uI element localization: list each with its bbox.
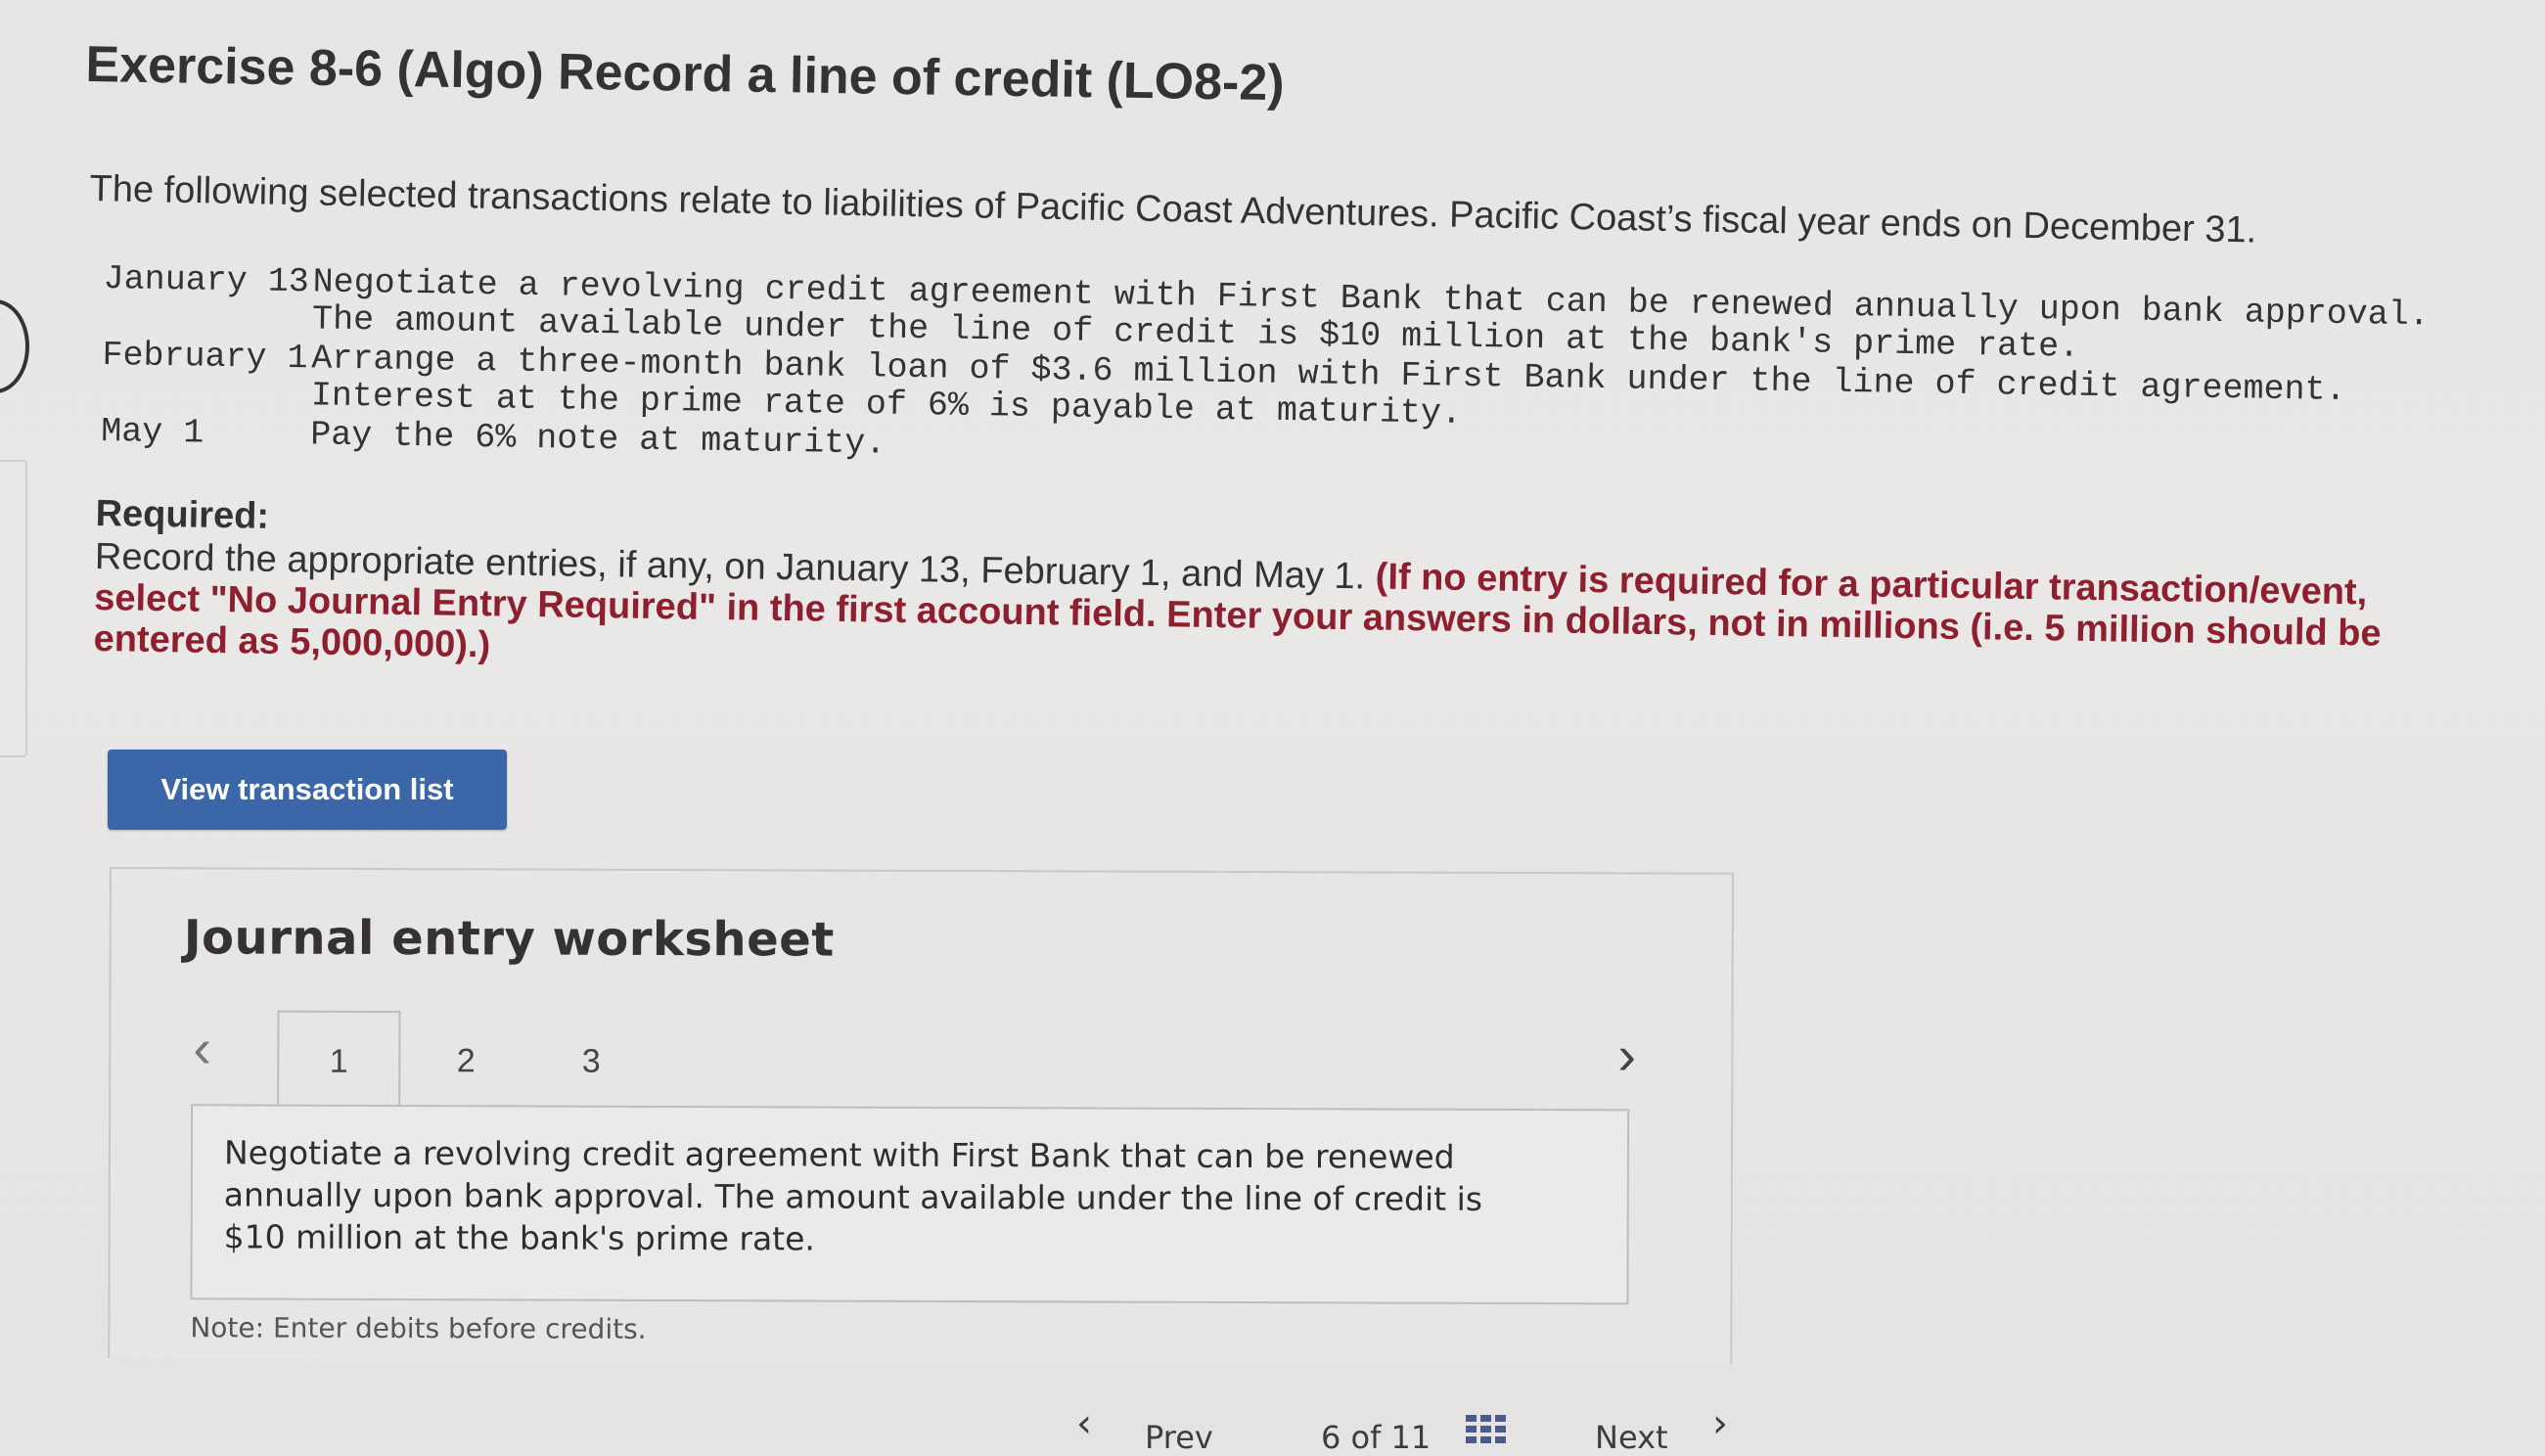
- transaction-date: February 1: [102, 335, 308, 379]
- required-section: Required: Record the appropriate entries…: [93, 493, 2443, 697]
- tab-1[interactable]: 1: [277, 1010, 401, 1112]
- chevron-left-icon[interactable]: ‹: [193, 1016, 211, 1079]
- worksheet-title: Journal entry worksheet: [183, 910, 835, 968]
- page: Exercise 8-6 (Algo) Record a line of cre…: [0, 0, 2545, 1456]
- worksheet-note: Note: Enter debits before credits.: [190, 1311, 647, 1345]
- page-indicator: 6 of 11: [1321, 1419, 1432, 1456]
- view-transaction-list-button[interactable]: View transaction list: [108, 750, 507, 830]
- intro-text: The following selected transactions rela…: [89, 168, 2257, 251]
- next-button[interactable]: Next: [1595, 1419, 1668, 1456]
- chevron-right-icon[interactable]: ›: [1712, 1401, 1728, 1446]
- transactions-list: January 13 Negotiate a revolving credit …: [100, 259, 2452, 489]
- footer-navigation: ‹ Prev 6 of 11 Next ›: [1076, 1401, 1761, 1456]
- left-edge-panel: [0, 460, 27, 757]
- tab-2[interactable]: 2: [404, 1011, 527, 1111]
- transaction-date: January 13: [103, 259, 310, 302]
- left-edge-circle: [0, 299, 29, 393]
- exercise-title: Exercise 8-6 (Algo) Record a line of cre…: [85, 35, 1286, 113]
- journal-entry-worksheet: Journal entry worksheet ‹ 1 2 3 › Negoti…: [108, 867, 1734, 1364]
- transaction-panel: Negotiate a revolving credit agreement w…: [190, 1104, 1630, 1305]
- tab-3[interactable]: 3: [529, 1012, 653, 1112]
- panel-description: Negotiate a revolving credit agreement w…: [223, 1133, 1483, 1258]
- chevron-left-icon[interactable]: ‹: [1076, 1401, 1092, 1446]
- chevron-right-icon[interactable]: ›: [1617, 1023, 1636, 1086]
- prev-button[interactable]: Prev: [1145, 1419, 1213, 1456]
- transaction-date: May 1: [100, 411, 205, 453]
- worksheet-tabbar: ‹ 1 2 3 ›: [111, 996, 1731, 1112]
